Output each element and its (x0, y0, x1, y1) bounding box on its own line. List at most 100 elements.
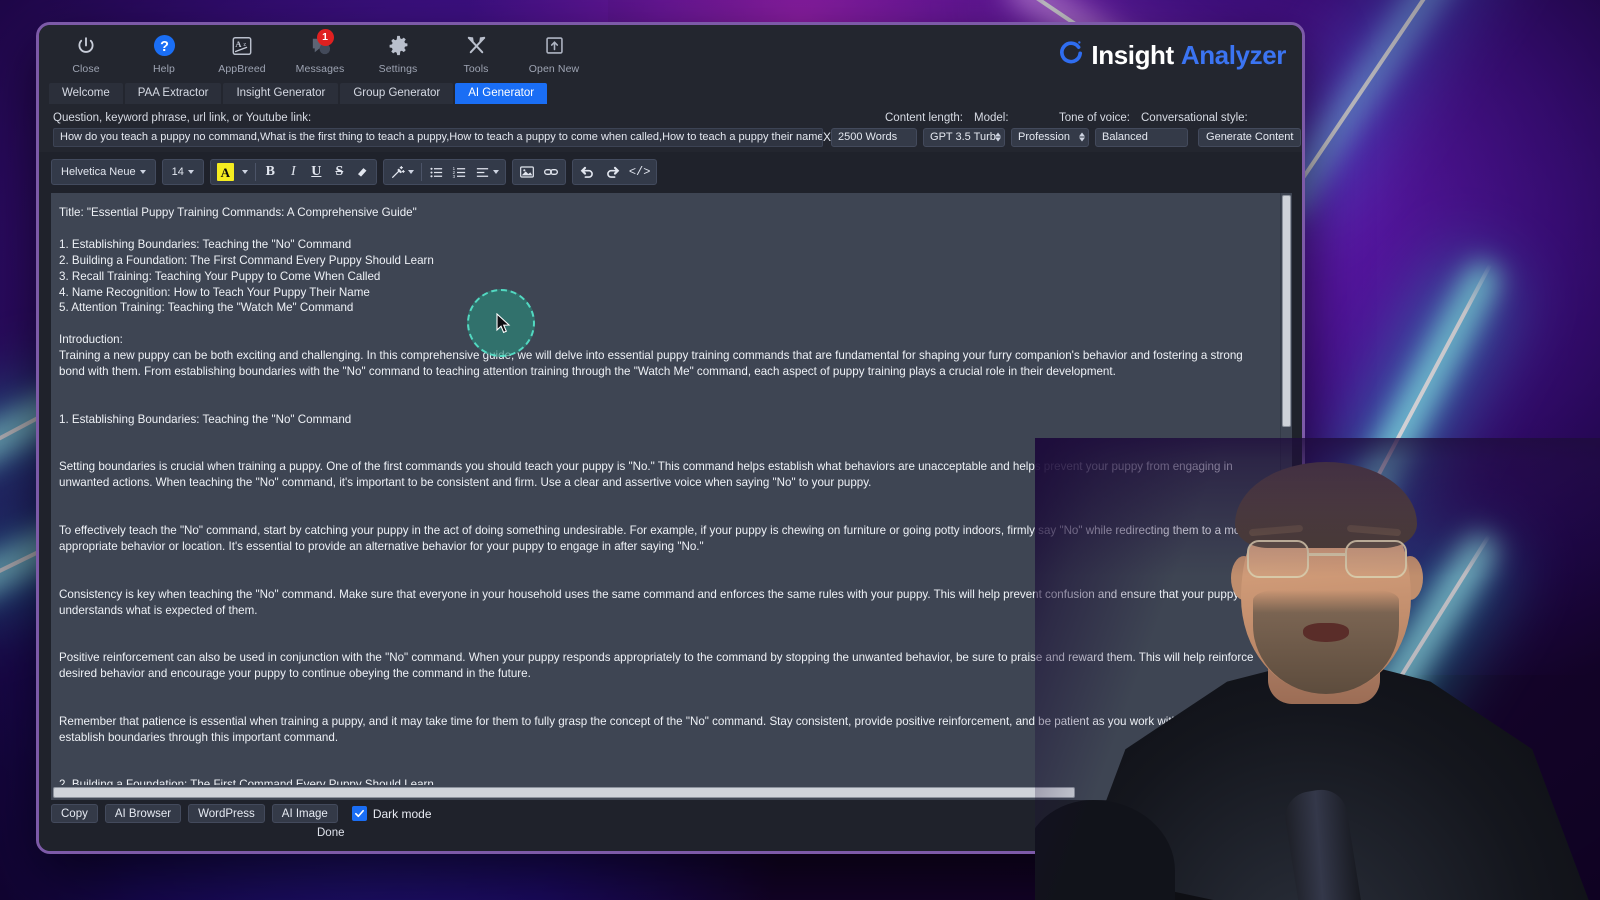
font-group: Helvetica Neue (51, 159, 156, 185)
toolbar-item-appbreed[interactable]: A z AppBreed (207, 29, 277, 75)
undo-icon[interactable] (575, 161, 600, 183)
chat-bubble-icon: 1 (309, 29, 334, 59)
redo-icon[interactable] (600, 161, 625, 183)
tab-insight-generator[interactable]: Insight Generator (223, 83, 339, 104)
logo-text-primary: Insight (1091, 40, 1174, 70)
svg-text:z: z (243, 41, 246, 48)
document-line: 5. Attention Training: Teaching the "Wat… (59, 301, 354, 315)
svg-text:?: ? (160, 39, 169, 55)
dark-mode-label: Dark mode (372, 806, 432, 821)
tone-label: Tone of voice: (1059, 112, 1130, 124)
logo-mark-icon (1058, 39, 1084, 72)
style-label: Conversational style: (1141, 112, 1248, 124)
search-input[interactable]: How do you teach a puppy no command,What… (53, 127, 823, 147)
dark-mode-checkbox[interactable] (351, 806, 367, 821)
document-line: Title: "Essential Puppy Training Command… (59, 206, 417, 219)
document-line: 4. Name Recognition: How to Teach Your P… (59, 285, 370, 299)
tab-ai-generator-label: AI Generator (468, 86, 535, 99)
text-highlight-button[interactable]: A (213, 161, 238, 183)
content-length-value: 2500 Words (838, 131, 898, 143)
open-external-icon (544, 32, 565, 59)
power-icon (75, 32, 97, 59)
align-left-icon[interactable] (471, 161, 503, 183)
wordpress-button-label: WordPress (198, 807, 255, 820)
copy-button-label: Copy (61, 807, 88, 820)
chevron-down-icon (241, 170, 248, 174)
strikethrough-button[interactable]: S (328, 161, 351, 183)
tab-ai-generator[interactable]: AI Generator (455, 83, 548, 104)
svg-text:A: A (235, 38, 242, 48)
insert-group: 1 2 3 (382, 159, 506, 185)
style-value: Balanced (1102, 131, 1148, 143)
history-group: </> (571, 159, 658, 185)
highlight-color-dropdown[interactable] (238, 161, 252, 183)
dark-mode-toggle[interactable]: Dark mode (351, 806, 432, 821)
font-family-value: Helvetica Neue (61, 166, 136, 178)
content-length-select[interactable]: 2500 Words (831, 127, 918, 147)
tab-paa-extractor[interactable]: PAA Extractor (124, 83, 222, 104)
clear-format-icon[interactable] (351, 161, 374, 183)
chevron-down-icon (187, 170, 194, 174)
tab-paa-extractor-label: PAA Extractor (137, 86, 209, 99)
tab-welcome[interactable]: Welcome (49, 83, 123, 104)
toolbar-item-open-new-label: Open New (528, 63, 580, 75)
toolbar-item-close-label: Close (72, 63, 100, 75)
bullet-list-icon[interactable] (425, 161, 448, 183)
ai-image-button-label: AI Image (281, 807, 328, 820)
document-line: Introduction: (59, 333, 123, 347)
font-size-group: 14 (161, 159, 204, 185)
tab-group-generator[interactable]: Group Generator (340, 83, 454, 104)
horizontal-scrollbar-thumb[interactable] (53, 787, 1075, 798)
insert-link-icon[interactable] (539, 161, 563, 183)
tone-value: Profession (1018, 131, 1070, 143)
chevron-down-icon (139, 170, 146, 174)
wordpress-button[interactable]: WordPress (188, 804, 265, 823)
model-select[interactable]: GPT 3.5 Turb (923, 127, 1006, 147)
clear-input-button[interactable]: X (823, 130, 831, 144)
underline-button[interactable]: U (305, 161, 328, 183)
copy-button[interactable]: Copy (51, 804, 98, 823)
chevron-down-icon (407, 170, 414, 174)
highlight-a-icon: A (216, 163, 234, 181)
generate-content-button[interactable]: Generate Content (1198, 127, 1302, 147)
query-panel: Question, keyword phrase, url link, or Y… (39, 104, 1302, 152)
numbered-list-icon[interactable]: 1 2 3 (448, 161, 471, 183)
svg-text:3: 3 (452, 174, 455, 179)
font-edit-icon: A z (231, 32, 253, 59)
app-toolbar: Close ? Help A z AppBreed 1 Messages Set… (39, 25, 1302, 83)
bold-button[interactable]: B (259, 161, 282, 183)
insert-image-icon[interactable] (515, 161, 539, 183)
toolbar-item-close[interactable]: Close (51, 29, 121, 75)
toolbar-item-messages[interactable]: 1 Messages (285, 29, 355, 75)
style-select[interactable]: Balanced (1095, 127, 1189, 147)
tone-select[interactable]: Profession (1011, 127, 1090, 147)
toolbar-item-settings-label: Settings (378, 63, 418, 75)
italic-button[interactable]: I (282, 161, 305, 183)
document-line: Training a new puppy can be both excitin… (59, 349, 1243, 379)
app-logo: Insight Analyzer (1058, 39, 1286, 72)
font-family-select[interactable]: Helvetica Neue (54, 161, 153, 183)
document-line: 3. Recall Training: Teaching Your Puppy … (59, 269, 381, 283)
editor-toolbar: Helvetica Neue 14 A B I U S 1 2 3 </> (51, 157, 1292, 187)
document-blank-line (59, 221, 1266, 237)
query-labels-row: Question, keyword phrase, url link, or Y… (39, 107, 1302, 124)
ai-image-button[interactable]: AI Image (271, 804, 338, 823)
gear-icon (387, 32, 410, 59)
toolbar-item-tools[interactable]: Tools (441, 29, 511, 75)
wrench-screwdriver-icon (465, 32, 488, 59)
vertical-scrollbar-thumb[interactable] (1282, 195, 1291, 427)
toolbar-item-help[interactable]: ? Help (129, 29, 199, 75)
content-length-label: Content length: (885, 112, 964, 124)
font-size-select[interactable]: 14 (165, 161, 201, 183)
magic-wand-icon[interactable] (386, 161, 418, 183)
tab-group-generator-label: Group Generator (353, 86, 441, 99)
ai-browser-button[interactable]: AI Browser (104, 804, 182, 823)
document-blank-line (59, 396, 1266, 412)
messages-badge: 1 (316, 29, 334, 46)
code-view-icon[interactable]: </> (625, 161, 655, 183)
model-label: Model: (974, 112, 1009, 124)
toolbar-item-settings[interactable]: Settings (363, 29, 433, 75)
toolbar-item-open-new[interactable]: Open New (519, 29, 589, 75)
tab-welcome-label: Welcome (62, 86, 110, 99)
status-text: Done (317, 827, 345, 839)
